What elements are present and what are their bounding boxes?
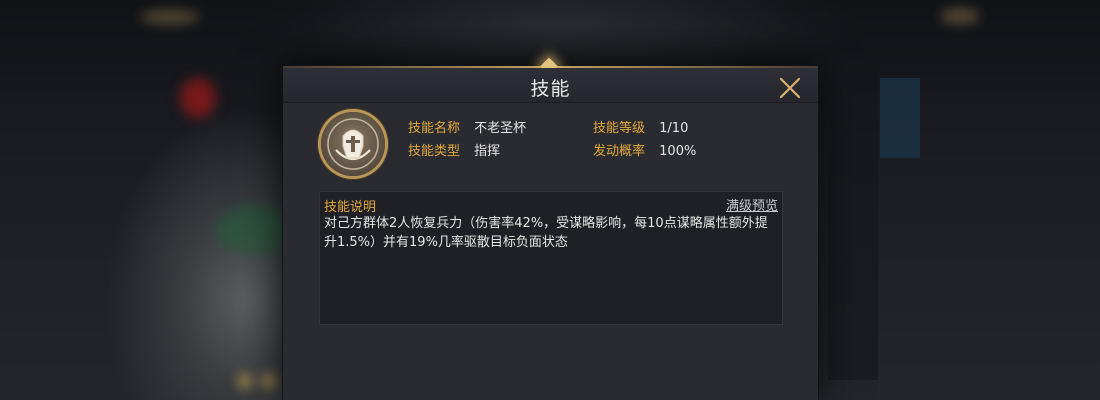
skill-type-value: 指挥 <box>474 144 501 159</box>
trigger-chance-label: 发动概率 <box>593 144 646 159</box>
skill-type-row: 技能类型 指挥 <box>408 140 500 159</box>
trigger-chance-value: 100% <box>659 144 697 159</box>
trigger-chance-row: 发动概率 100% <box>593 140 696 159</box>
close-button[interactable] <box>778 76 802 100</box>
background-glow-right <box>940 8 980 24</box>
skill-level-label: 技能等级 <box>593 121 646 136</box>
skill-level-row: 技能等级 1/10 <box>593 117 688 136</box>
helmet-emblem-icon <box>327 118 379 170</box>
skill-name-row: 技能名称 不老圣杯 <box>408 117 526 136</box>
description-header: 技能说明 <box>324 200 377 215</box>
max-level-preview-link[interactable]: 满级预览 <box>726 195 778 214</box>
background-red-banner <box>180 78 216 118</box>
skill-type-label: 技能类型 <box>408 144 461 159</box>
background-list-strip <box>828 80 878 380</box>
background-star-1 <box>238 374 252 388</box>
skill-dialog: 技能 技能名称 不老圣杯 技能类型 指挥 技能等级 1/10 发动概率 100%… <box>283 57 818 400</box>
close-icon <box>779 77 801 99</box>
background-side-panel <box>880 78 920 158</box>
skill-description-box: 技能说明 满级预览 对己方群体2人恢复兵力（伤害率42%，受谋略影响，每10点谋… <box>319 191 783 325</box>
skill-name-value: 不老圣杯 <box>474 121 527 136</box>
skill-level-value: 1/10 <box>659 121 689 136</box>
skill-icon <box>321 112 385 176</box>
skill-name-label: 技能名称 <box>408 121 461 136</box>
background-glow-left <box>140 10 200 24</box>
dialog-header: 技能 <box>283 68 818 103</box>
description-text: 对己方群体2人恢复兵力（伤害率42%，受谋略影响，每10点谋略属性额外提升1.5… <box>324 216 768 250</box>
background-star-2 <box>262 374 276 388</box>
dialog-title: 技能 <box>530 78 571 100</box>
